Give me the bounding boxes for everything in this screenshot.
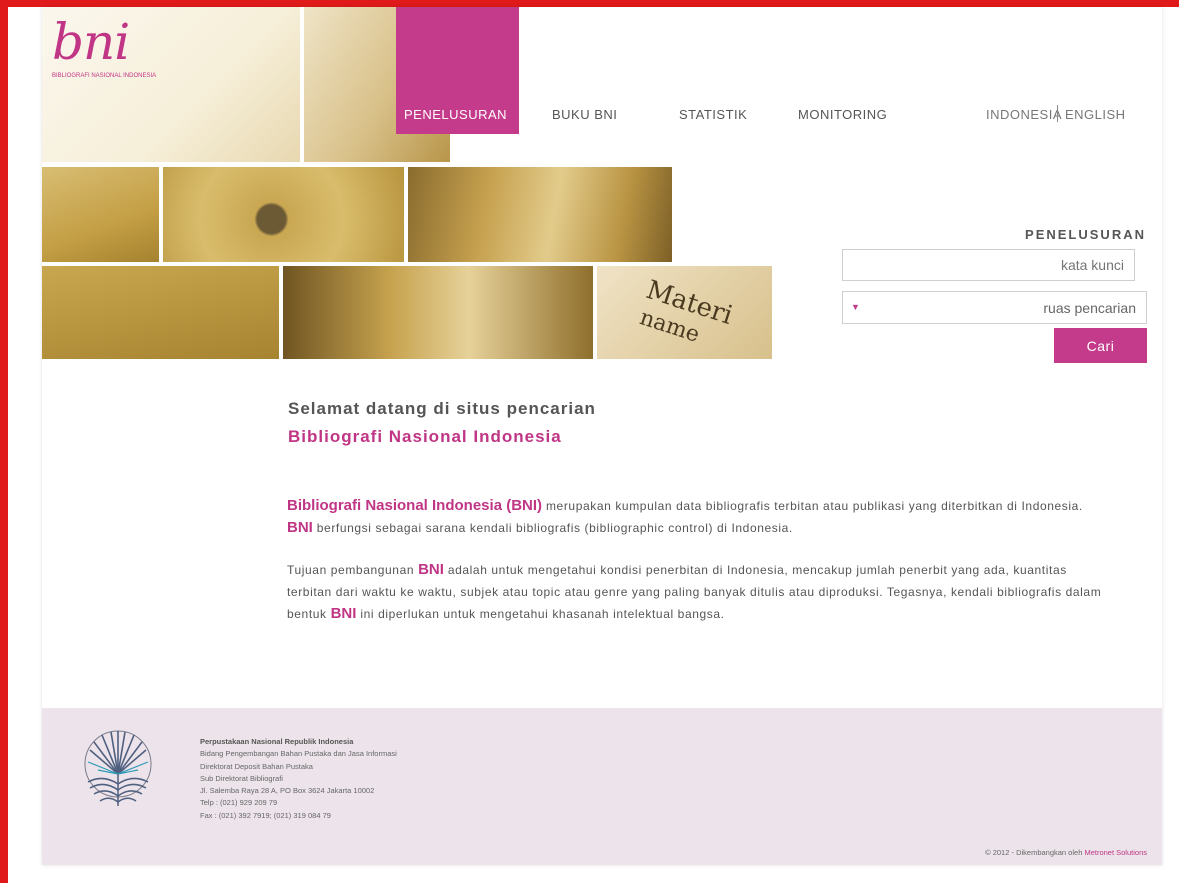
keyword-search-input[interactable] [842, 249, 1135, 281]
language-indonesia-link[interactable]: INDONESIA [986, 107, 1062, 122]
footer-address-line: Bidang Pengembangan Bahan Pustaka dan Ja… [200, 749, 397, 759]
search-field-select-value: ruas pencarian [1043, 300, 1136, 316]
purpose-paragraph: Tujuan pembangunan BNI adalah untuk meng… [287, 559, 1107, 625]
footer-phone: Telp : (021) 929 209 79 [200, 798, 278, 808]
bni-highlight: BNI [418, 561, 444, 578]
footer-credit: © 2012 - Dikembangkan oleh Metronet Solu… [985, 848, 1147, 857]
language-english-link[interactable]: ENGLISH [1065, 107, 1126, 122]
photo-tile [42, 266, 279, 359]
welcome-subheading: Bibliografi Nasional Indonesia [288, 427, 562, 446]
welcome-heading: Selamat datang di situs pencarian [288, 399, 596, 418]
window-frame-left [0, 0, 8, 883]
intro-paragraph: Bibliografi Nasional Indonesia (BNI) mer… [287, 495, 1107, 539]
photo-tile-typewriter-text: Materi name [597, 266, 772, 359]
site-logo[interactable]: bni BIBLIOGRAFI NASIONAL INDONESIA [52, 13, 212, 79]
footer-fax: Fax : (021) 392 7919; (021) 319 084 79 [200, 810, 331, 820]
language-divider [1057, 105, 1058, 122]
purpose-text: Tujuan pembangunan [287, 563, 419, 577]
page-container: Materi name bni BIBLIOGRAFI NASIONAL IND… [42, 7, 1162, 865]
photo-tile-card-catalog [283, 266, 593, 359]
bni-highlight: BNI [330, 605, 357, 622]
footer-address-block: Perpustakaan Nasional Republik Indonesia… [200, 736, 397, 822]
developer-link[interactable]: Metronet Solutions [1084, 848, 1147, 857]
dropdown-arrow-icon: ▼ [851, 302, 860, 312]
photo-tile [42, 167, 159, 262]
intro-text: merupakan kumpulan data bibliografis ter… [542, 499, 1083, 513]
search-button[interactable]: Cari [1054, 328, 1147, 363]
nav-item-penelusuran[interactable]: PENELUSURAN [404, 107, 507, 122]
photo-tile-drawer-knob [163, 167, 404, 262]
footer: Perpustakaan Nasional Republik Indonesia… [42, 708, 1162, 865]
footer-credit-text: © 2012 - Dikembangkan oleh [985, 848, 1085, 857]
perpusnas-emblem-icon [84, 730, 152, 806]
footer-address-line: Jl. Salemba Raya 28 A, PO Box 3624 Jakar… [200, 786, 375, 796]
logo-mark: bni [52, 13, 130, 71]
bni-highlight: BNI [287, 519, 313, 536]
intro-highlight: Bibliografi Nasional Indonesia (BNI) [287, 497, 543, 514]
nav-item-monitoring[interactable]: MONITORING [798, 107, 887, 122]
nav-item-buku-bni[interactable]: BUKU BNI [552, 107, 617, 122]
photo-tile-card-catalog [408, 167, 672, 262]
nav-item-statistik[interactable]: STATISTIK [679, 107, 747, 122]
window-frame-top [0, 0, 1179, 7]
search-field-select[interactable]: ▼ ruas pencarian [842, 291, 1147, 324]
footer-organization: Perpustakaan Nasional Republik Indonesia [200, 737, 354, 746]
purpose-text: ini diperlukan untuk mengetahui khasanah… [356, 607, 725, 621]
search-panel-title: PENELUSURAN [1025, 227, 1146, 242]
footer-address-line: Sub Direktorat Bibliografi [200, 773, 283, 783]
intro-text: berfungsi sebagai sarana kendali bibliog… [312, 521, 793, 535]
footer-address-line: Direktorat Deposit Bahan Pustaka [200, 761, 313, 771]
logo-subtitle: BIBLIOGRAFI NASIONAL INDONESIA [52, 73, 157, 79]
